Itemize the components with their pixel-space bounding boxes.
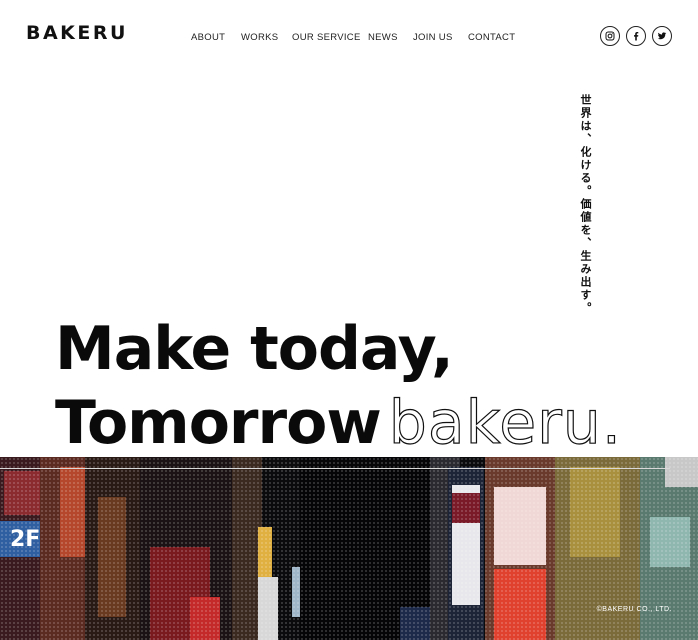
main-nav: ABOUT WORKS OUR SERVICE NEWS JOIN US CON… — [0, 32, 698, 44]
hero-tagline: 世界は、化ける。価値を、生み出す。 — [579, 94, 592, 315]
nav-about[interactable]: ABOUT — [191, 32, 225, 43]
nav-join-us[interactable]: JOIN US — [413, 32, 453, 43]
twitter-icon[interactable] — [652, 26, 672, 46]
hero-city-photo: 2F ©BAKERU CO., LTD. — [0, 457, 698, 640]
nav-contact[interactable]: CONTACT — [468, 32, 515, 43]
divider-line — [0, 468, 670, 469]
instagram-icon[interactable] — [600, 26, 620, 46]
headline-line-2: Tomorrow bakeru. — [55, 386, 622, 460]
nav-our-service[interactable]: OUR SERVICE — [292, 32, 361, 43]
headline-bakeru-outline: bakeru. — [388, 387, 622, 458]
headline-tomorrow: Tomorrow — [55, 388, 382, 458]
social-links — [600, 26, 672, 46]
headline-line-1: Make today, — [55, 314, 454, 384]
nav-works[interactable]: WORKS — [241, 32, 278, 43]
nav-news[interactable]: NEWS — [368, 32, 398, 43]
copyright: ©BAKERU CO., LTD. — [596, 606, 672, 613]
hero-headline: Make today, Tomorrow bakeru. — [55, 312, 622, 460]
halftone-overlay — [0, 457, 698, 640]
facebook-icon[interactable] — [626, 26, 646, 46]
